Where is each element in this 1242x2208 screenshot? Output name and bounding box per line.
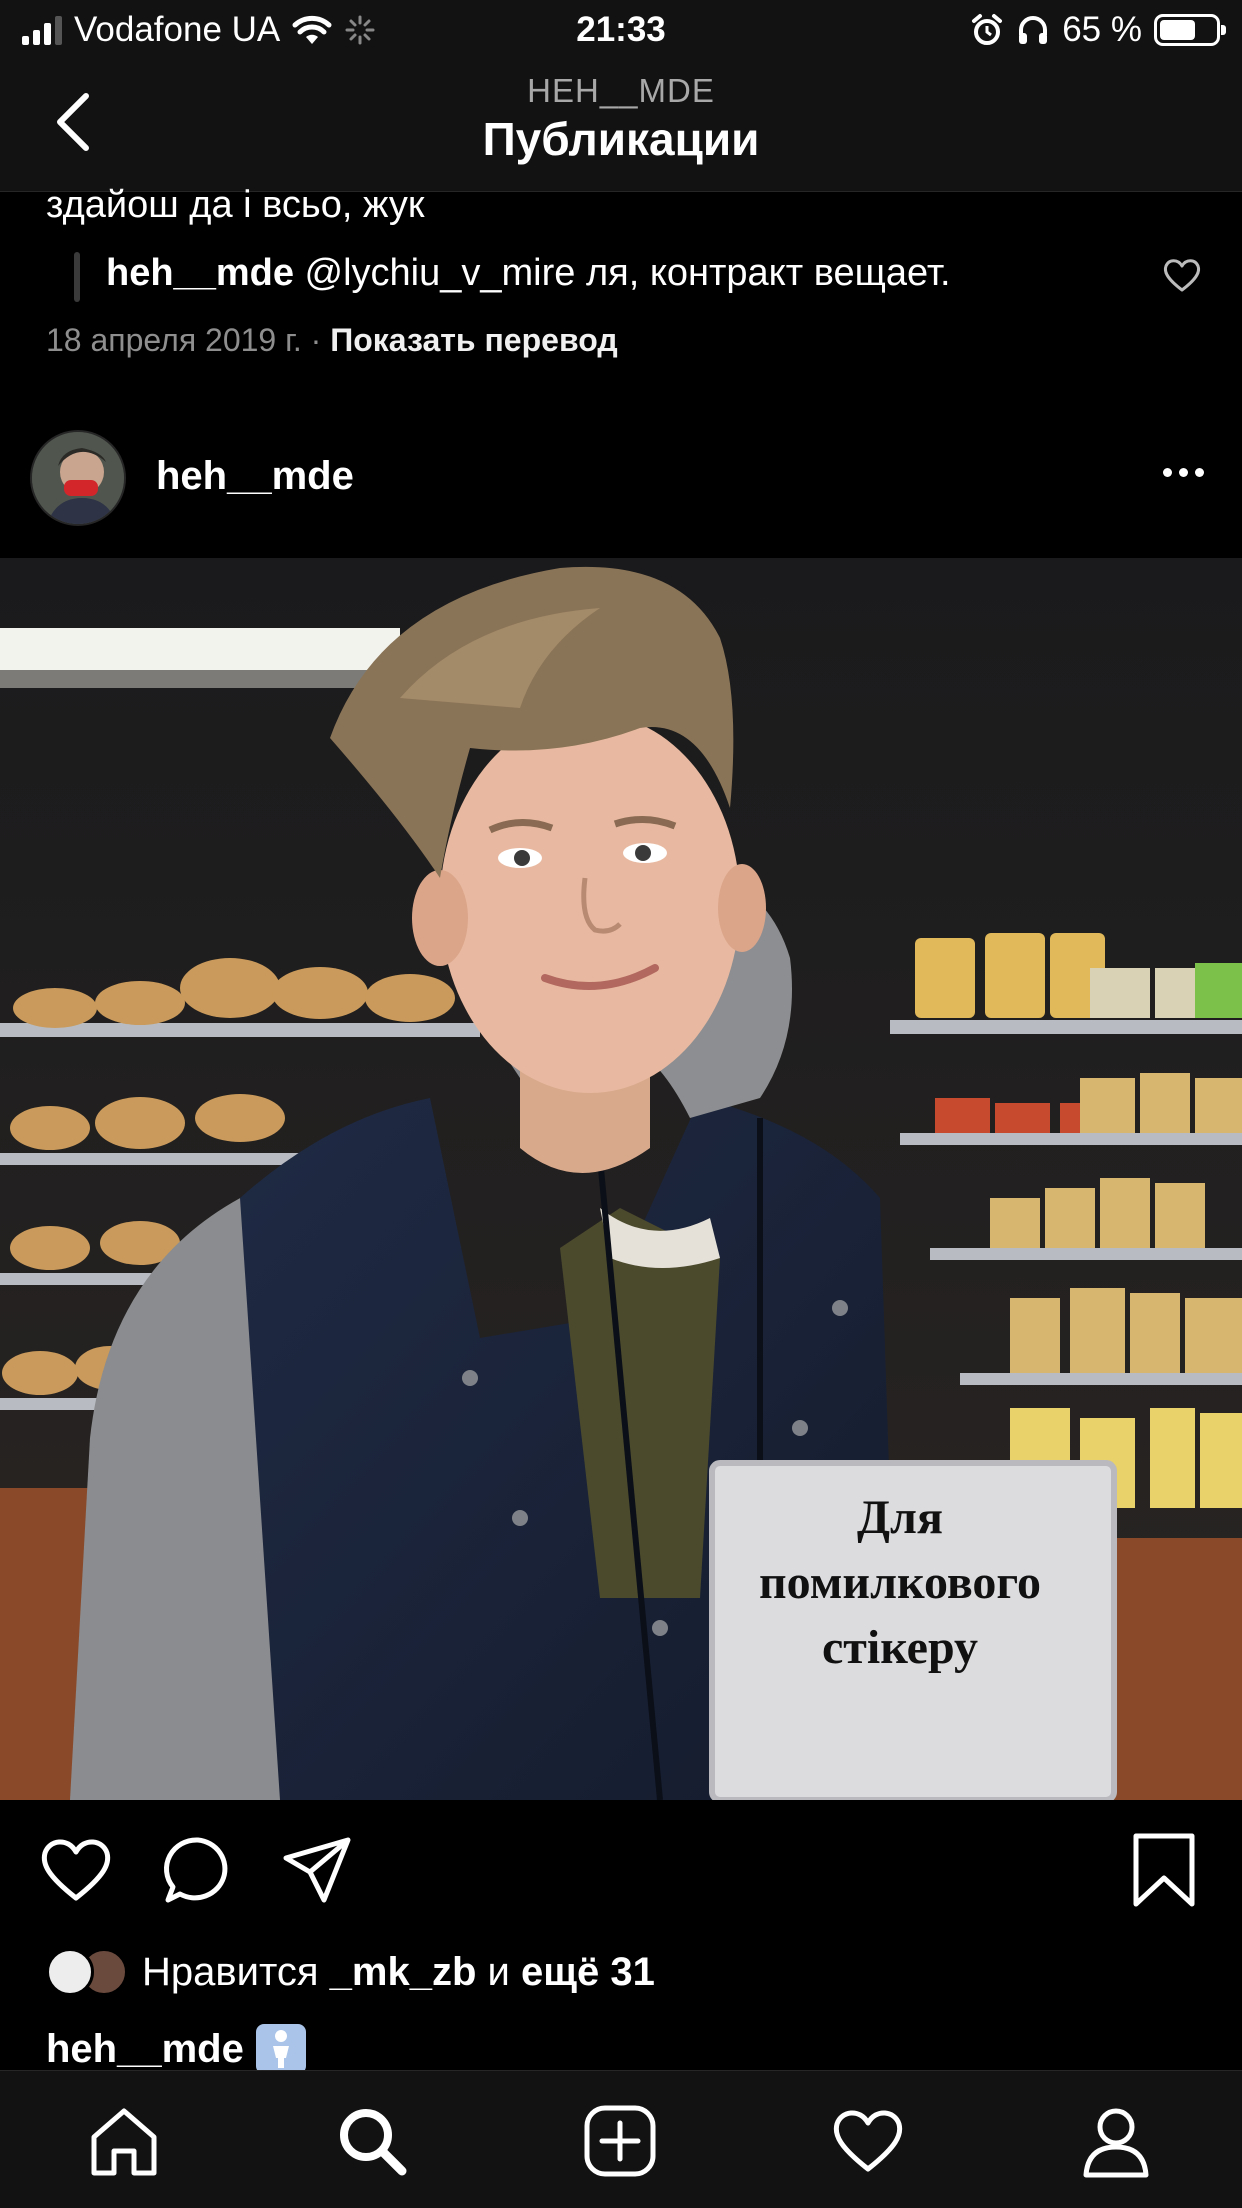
reply-text: @lychiu_v_mire ля, контракт вещает. xyxy=(304,252,951,294)
likes-prefix: Нравится xyxy=(142,1949,319,1994)
tab-bar xyxy=(0,2070,1242,2208)
post-photo-image: Для помилкового стікеру xyxy=(0,558,1242,1800)
liker-username[interactable]: _mk_zb xyxy=(330,1950,477,1994)
likes-text: Нравится _mk_zb и ещё 31 xyxy=(142,1950,655,1995)
battery-percent: 65 % xyxy=(1062,10,1142,49)
page-title: Публикации xyxy=(482,113,760,165)
comment-icon[interactable] xyxy=(160,1832,236,1908)
reply-comment: heh__mde @lychiu_v_mire ля, контракт вещ… xyxy=(106,252,951,295)
share-icon[interactable] xyxy=(280,1832,356,1908)
post-photo[interactable]: Для помилкового стікеру xyxy=(0,558,1242,1800)
sign-line-3: стікеру xyxy=(822,1621,978,1674)
add-post-icon[interactable] xyxy=(582,2103,658,2179)
restroom-emoji-icon xyxy=(255,2024,306,2074)
status-bar: Vodafone UA 21:33 65 % xyxy=(0,0,1242,62)
alarm-icon xyxy=(972,14,1003,45)
sign-line-1: Для xyxy=(857,1491,943,1544)
bookmark-icon[interactable] xyxy=(1126,1832,1202,1908)
headphones-icon xyxy=(1019,16,1048,44)
header-username: HEH__MDE xyxy=(527,72,715,109)
reply-username[interactable]: heh__mde xyxy=(106,252,294,294)
post-meta: 18 апреля 2019 г. · Показать перевод xyxy=(46,322,618,359)
avatar-image xyxy=(32,432,124,524)
comment-text: здайош да і всьо, жук xyxy=(46,184,425,226)
avatar[interactable] xyxy=(30,430,126,526)
battery-icon xyxy=(1154,14,1226,46)
status-right: 65 % xyxy=(970,10,1226,50)
likes-summary[interactable]: Нравится _mk_zb и ещё 31 xyxy=(46,1948,655,1996)
comment-like-icon[interactable] xyxy=(1162,256,1202,294)
post-username[interactable]: heh__mde xyxy=(156,454,354,499)
search-icon[interactable] xyxy=(334,2103,410,2179)
meta-separator: · xyxy=(310,322,322,358)
reply-thread-line xyxy=(74,252,80,302)
activity-icon[interactable] xyxy=(830,2103,906,2179)
liker-avatar xyxy=(46,1948,94,1996)
caption-username[interactable]: heh__mde xyxy=(46,2027,244,2072)
sign-line-2: помилкового xyxy=(759,1556,1041,1609)
translate-link[interactable]: Показать перевод xyxy=(330,322,617,358)
caption: heh__mde xyxy=(46,2024,306,2074)
nav-header: HEH__MDE Публикации xyxy=(0,62,1242,192)
post-date: 18 апреля 2019 г. xyxy=(46,322,302,358)
like-icon[interactable] xyxy=(38,1832,114,1908)
likes-conj: и xyxy=(487,1949,510,1994)
profile-icon[interactable] xyxy=(1078,2103,1154,2179)
likes-more[interactable]: ещё 31 xyxy=(521,1950,655,1994)
more-options-icon[interactable] xyxy=(1163,468,1204,477)
home-icon[interactable] xyxy=(86,2103,162,2179)
